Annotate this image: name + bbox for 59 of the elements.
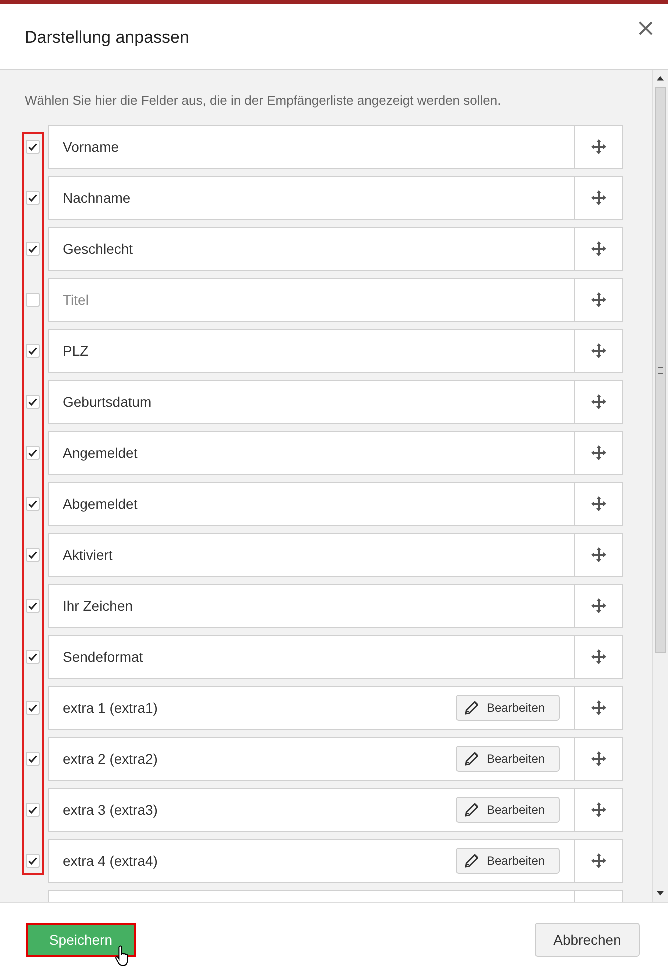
checkbox[interactable] (26, 803, 40, 817)
checkbox[interactable] (26, 446, 40, 460)
move-handle-icon[interactable] (590, 190, 606, 206)
checkbox[interactable] (26, 140, 40, 154)
checkbox[interactable] (26, 650, 40, 664)
move-handle-icon[interactable] (590, 445, 606, 461)
field-label: Ihr Zeichen (62, 598, 134, 614)
move-handle-icon[interactable] (590, 394, 606, 410)
move-handle-icon[interactable] (590, 802, 606, 818)
field-label: extra 4 (extra4) (62, 853, 159, 869)
checkbox[interactable] (26, 293, 40, 307)
field-label: Nachname (62, 190, 132, 206)
edit-button[interactable]: Bearbeiten (456, 746, 560, 772)
move-handle-icon[interactable] (590, 139, 606, 155)
checkbox[interactable] (26, 548, 40, 562)
field-label: Titel (62, 292, 90, 308)
instruction-text: Wählen Sie hier die Felder aus, die in der Empfängerliste angezeigt werden sollen. (25, 93, 502, 109)
close-button[interactable]: × (636, 16, 656, 40)
checkbox[interactable] (26, 395, 40, 409)
edit-button[interactable]: Bearbeiten (456, 797, 560, 823)
cancel-button[interactable]: Abbrechen (535, 923, 640, 957)
move-handle-icon[interactable] (590, 700, 606, 716)
move-handle-icon[interactable] (590, 343, 606, 359)
dialog-title: Darstellung anpassen (25, 28, 190, 48)
checkbox[interactable] (26, 701, 40, 715)
move-handle-icon[interactable] (590, 649, 606, 665)
field-label: Angemeldet (62, 445, 139, 461)
checkbox[interactable] (26, 752, 40, 766)
checkbox[interactable] (26, 242, 40, 256)
field-label: Geschlecht (62, 241, 134, 257)
pencil-icon (465, 854, 479, 868)
scroll-up-icon[interactable] (657, 76, 664, 81)
checkbox[interactable] (26, 344, 40, 358)
checkbox[interactable] (26, 497, 40, 511)
move-handle-icon[interactable] (590, 292, 606, 308)
field-label: Vorname (62, 139, 120, 155)
pencil-icon (465, 752, 479, 766)
edit-button[interactable]: Bearbeiten (456, 848, 560, 874)
field-label: Sendeformat (62, 649, 144, 665)
checkbox[interactable] (26, 854, 40, 868)
checkbox[interactable] (26, 191, 40, 205)
pencil-icon (465, 701, 479, 715)
pencil-icon (465, 803, 479, 817)
field-label: extra 2 (extra2) (62, 751, 159, 767)
field-label: extra 3 (extra3) (62, 802, 159, 818)
field-label: Abgemeldet (62, 496, 139, 512)
field-label: PLZ (62, 343, 90, 359)
move-handle-icon[interactable] (590, 853, 606, 869)
move-handle-icon[interactable] (590, 598, 606, 614)
field-label: Aktiviert (62, 547, 114, 563)
field-label: extra 1 (extra1) (62, 700, 159, 716)
checkbox[interactable] (26, 599, 40, 613)
move-handle-icon[interactable] (590, 241, 606, 257)
scroll-down-icon[interactable] (657, 891, 664, 896)
field-label: Geburtsdatum (62, 394, 153, 410)
move-handle-icon[interactable] (590, 496, 606, 512)
move-handle-icon[interactable] (590, 547, 606, 563)
move-handle-icon[interactable] (590, 751, 606, 767)
edit-button[interactable]: Bearbeiten (456, 695, 560, 721)
